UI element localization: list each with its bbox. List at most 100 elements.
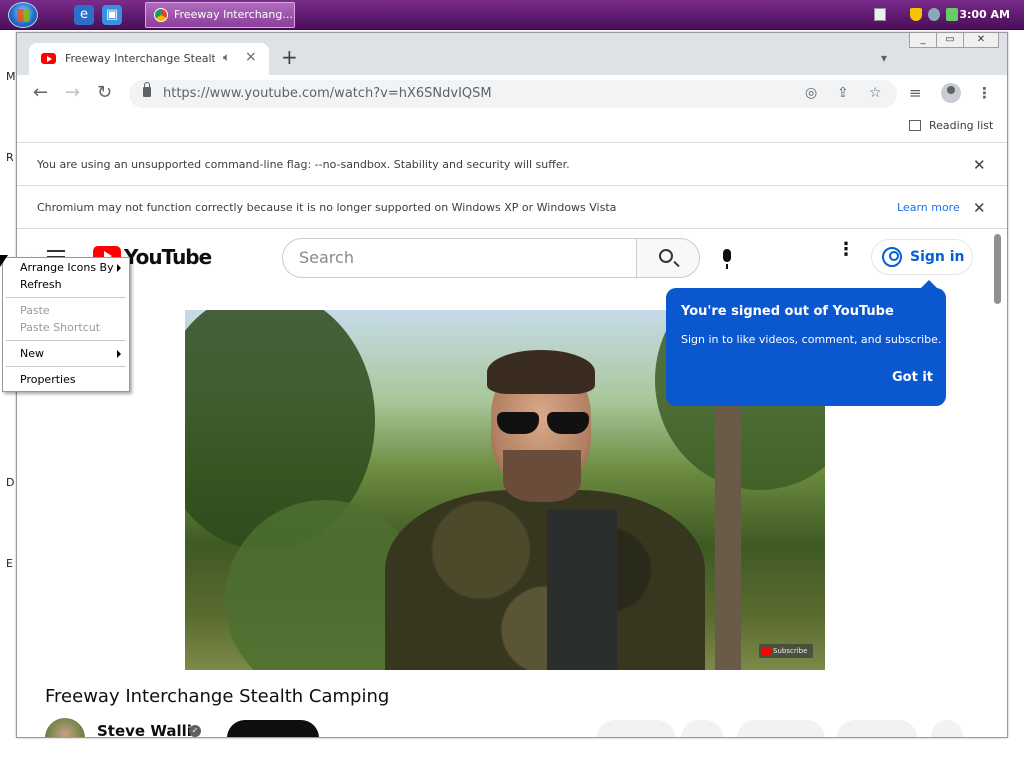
url-text[interactable]: https://www.youtube.com/watch?v=hX6SNdvI… [163, 86, 492, 101]
internet-explorer-icon[interactable]: e [74, 5, 94, 25]
desktop-icon-label[interactable]: D [6, 476, 14, 489]
windows-logo-icon [17, 9, 30, 22]
tooltip-body: Sign in to like videos, comment, and sub… [681, 333, 942, 346]
desktop-icon-label[interactable]: R [6, 151, 14, 164]
reading-list-label: Reading list [929, 119, 994, 132]
menu-separator [6, 366, 126, 367]
tab-youtube[interactable]: Freeway Interchange Stealth Ca 🔈︎ × [29, 43, 269, 75]
lock-icon[interactable] [143, 82, 151, 97]
back-arrow-icon[interactable]: ← [33, 83, 48, 103]
channel-avatar[interactable] [45, 718, 85, 737]
bookmarks-bar: Reading list [17, 113, 1007, 143]
account-circle-icon [882, 247, 902, 267]
desktop-icon-label[interactable]: M [6, 70, 16, 83]
submenu-arrow-icon [117, 350, 121, 358]
page-scrollbar[interactable] [991, 230, 1005, 737]
sunglasses [497, 412, 593, 434]
got-it-button[interactable]: Got it [892, 370, 933, 385]
start-button[interactable] [8, 2, 38, 28]
close-window-button[interactable]: ✕ [963, 33, 999, 48]
maximize-button[interactable]: ▭ [936, 33, 964, 48]
scrollbar-thumb[interactable] [994, 234, 1001, 304]
share-icon[interactable]: ⇪ [837, 85, 849, 101]
speaker-icon[interactable]: 🔈︎ [223, 50, 230, 65]
window-controls: _ ▭ ✕ [909, 33, 1001, 49]
address-bar[interactable]: https://www.youtube.com/watch?v=hX6SNdvI… [129, 80, 897, 108]
channel-name[interactable]: Steve Wallis [97, 722, 201, 737]
menu-item-paste[interactable]: Paste [3, 302, 129, 320]
youtube-logo-text[interactable]: YouTube [124, 245, 212, 269]
youtube-page: YouTube Search ⋮ Sign in Subscribe You'r… [17, 230, 1007, 737]
like-button[interactable] [597, 720, 675, 737]
video-person-body [385, 490, 705, 670]
learn-more-link[interactable]: Learn more [897, 201, 960, 214]
menu-item-refresh[interactable]: Refresh [3, 276, 129, 294]
more-actions-button[interactable] [931, 720, 963, 737]
menu-separator [6, 297, 126, 298]
menu-item-label: Paste Shortcut [20, 321, 101, 334]
reading-list-icon [909, 120, 921, 131]
video-person-hair [487, 350, 595, 394]
mouse-cursor-icon [0, 255, 8, 267]
menu-item-label: New [20, 347, 44, 360]
chromium-icon [154, 8, 168, 22]
reload-icon[interactable]: ↻ [97, 83, 112, 103]
video-tree-trunk [715, 370, 741, 670]
subscribe-watermark[interactable]: Subscribe [759, 644, 813, 658]
reading-list-button[interactable]: Reading list [909, 119, 993, 132]
menu-item-arrange-icons[interactable]: Arrange Icons By [3, 259, 129, 277]
verified-check-icon: ✓ [189, 725, 201, 737]
infobar-sandbox-warning: You are using an unsupported command-lin… [17, 144, 1007, 186]
sign-in-label: Sign in [910, 249, 965, 265]
share-button[interactable] [737, 720, 825, 737]
infobar-close-icon[interactable]: ✕ [973, 199, 986, 217]
shield-tray-icon[interactable] [910, 8, 922, 21]
network-tray-icon[interactable] [928, 8, 940, 21]
tooltip-title: You're signed out of YouTube [681, 304, 894, 319]
download-button[interactable] [837, 720, 917, 737]
search-icon [659, 249, 673, 263]
dislike-button[interactable] [681, 720, 723, 737]
desktop-context-menu: Arrange Icons By Refresh Paste Paste Sho… [2, 257, 130, 392]
menu-item-label: Properties [20, 373, 76, 386]
menu-item-new[interactable]: New [3, 345, 129, 363]
sign-in-button[interactable]: Sign in [871, 239, 973, 275]
menu-item-properties[interactable]: Properties [3, 371, 129, 389]
youtube-search-button[interactable] [636, 238, 700, 278]
subscribe-button[interactable] [227, 720, 319, 737]
microphone-icon[interactable] [723, 249, 731, 269]
media-queue-icon[interactable]: ≡ [909, 84, 922, 102]
taskbar-browser-task[interactable]: Freeway Interchang... [145, 2, 295, 28]
tab-strip: Freeway Interchange Stealth Ca 🔈︎ × + ▾ … [17, 33, 1007, 75]
tab-title: Freeway Interchange Stealth Ca [65, 52, 215, 65]
youtube-favicon-icon [41, 53, 56, 64]
video-person-shirt [547, 510, 617, 670]
desktop-icon-label[interactable]: E [6, 557, 13, 570]
quick-launch-icon[interactable]: ▣ [102, 5, 122, 25]
menu-item-label: Paste [20, 304, 50, 317]
infobar-message: You are using an unsupported command-lin… [37, 158, 570, 171]
eye-slash-icon[interactable]: ◎ [805, 85, 817, 101]
settings-kebab-icon[interactable]: ⋮ [837, 241, 855, 259]
profile-avatar-icon[interactable] [941, 83, 961, 103]
menu-item-paste-shortcut[interactable]: Paste Shortcut [3, 319, 129, 337]
document-tray-icon[interactable] [874, 8, 886, 21]
menu-separator [6, 340, 126, 341]
system-tray: 3:00 AM [864, 0, 1024, 30]
forward-arrow-icon[interactable]: → [65, 83, 80, 103]
browser-menu-icon[interactable]: ⋮ [977, 84, 992, 102]
menu-item-label: Refresh [20, 278, 62, 291]
submenu-arrow-icon [117, 264, 121, 272]
youtube-search-input[interactable]: Search [282, 238, 637, 278]
signed-out-tooltip: You're signed out of YouTube Sign in to … [666, 280, 946, 406]
browser-window: Freeway Interchange Stealth Ca 🔈︎ × + ▾ … [16, 32, 1008, 738]
tab-search-chevron-icon[interactable]: ▾ [881, 51, 887, 65]
new-tab-button[interactable]: + [281, 47, 298, 67]
infobar-close-icon[interactable]: ✕ [973, 156, 986, 174]
tab-close-icon[interactable]: × [245, 49, 257, 65]
bookmark-star-icon[interactable]: ☆ [869, 85, 882, 101]
speaker-tray-icon[interactable] [946, 8, 958, 21]
infobar-unsupported-os: Chromium may not function correctly beca… [17, 187, 1007, 229]
clock[interactable]: 3:00 AM [959, 8, 1010, 21]
minimize-button[interactable]: _ [909, 33, 937, 48]
